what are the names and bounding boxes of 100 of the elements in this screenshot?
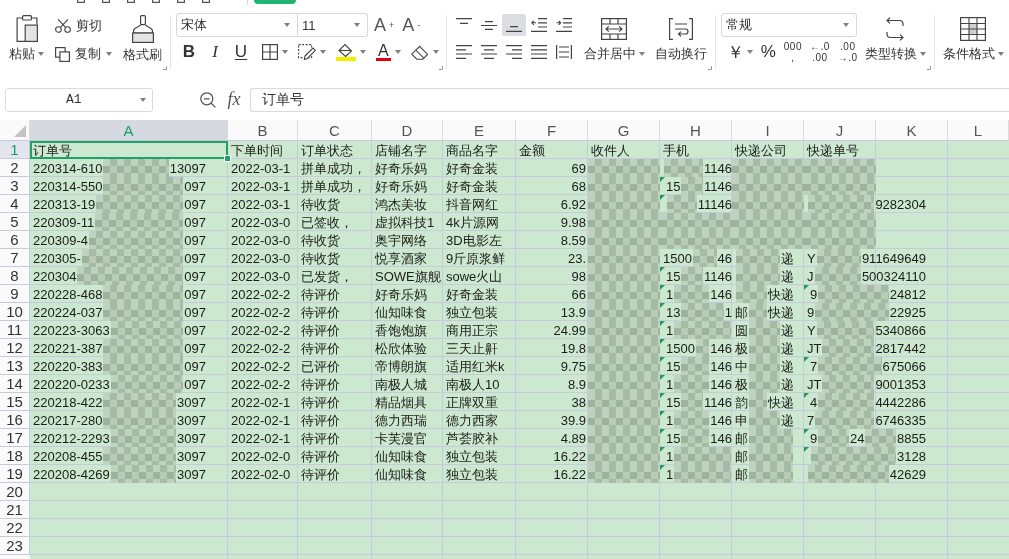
cell-text: 订单号 <box>33 142 72 158</box>
thousands-separator-button[interactable]: 000 , <box>783 41 802 63</box>
caret-icon <box>282 50 288 54</box>
active-cell[interactable]: 订单号 <box>30 141 228 159</box>
wrap-text-button[interactable]: 自动换行 <box>651 13 710 63</box>
font-color-button[interactable]: A <box>374 41 403 63</box>
row-header[interactable]: 18 <box>0 447 30 465</box>
paste-button[interactable]: 粘贴 <box>6 13 47 63</box>
row-header[interactable]: 16 <box>0 411 30 429</box>
row-header[interactable]: 11 <box>0 321 30 339</box>
column-header[interactable]: K <box>876 120 948 141</box>
row-header[interactable]: 15 <box>0 393 30 411</box>
increase-font-size-button[interactable]: A$^{+}$ <box>372 13 397 37</box>
cell-text: 2022-03-1 <box>231 196 291 212</box>
column-header[interactable]: H <box>660 120 732 141</box>
column-header[interactable]: B <box>228 120 298 141</box>
conditional-format-button[interactable]: 条件格式 <box>939 13 1007 63</box>
row-header[interactable]: 13 <box>0 357 30 375</box>
cell-style-button[interactable] <box>296 41 328 63</box>
cell-text: 递 <box>781 358 794 374</box>
column-header[interactable]: J <box>804 120 876 141</box>
row-header[interactable]: 14 <box>0 375 30 393</box>
font-size-dropdown[interactable]: 11 <box>298 13 368 37</box>
cut-button[interactable]: 剪切 <box>55 17 112 35</box>
wrap-text-icon <box>668 17 693 40</box>
insert-function-button[interactable]: fx <box>225 88 243 111</box>
number-format-dropdown[interactable]: 常规 <box>720 13 857 37</box>
row-header[interactable]: 2 <box>0 159 30 177</box>
font-family-dropdown[interactable]: 宋体 <box>176 13 298 37</box>
fill-color-button[interactable] <box>334 41 368 63</box>
bold-button[interactable]: B <box>176 41 202 63</box>
merge-center-button[interactable]: 合并居中 <box>580 13 648 63</box>
row-header[interactable]: 17 <box>0 429 30 447</box>
name-box[interactable]: A1 <box>5 87 153 112</box>
column-header[interactable]: E <box>443 120 516 141</box>
column-header[interactable]: G <box>588 120 660 141</box>
cell-text: 220212-2293 <box>33 430 110 446</box>
convert-type-button[interactable]: 类型转换 <box>861 13 929 63</box>
column-header[interactable]: D <box>372 120 443 141</box>
row-header[interactable]: 5 <box>0 213 30 231</box>
dialog-launcher-icon[interactable] <box>707 66 712 70</box>
caret-icon <box>432 50 439 54</box>
increase-decimal-button[interactable]: ←.0 .00 <box>810 41 830 63</box>
borders-button[interactable] <box>260 41 290 63</box>
row-header[interactable]: 23 <box>0 537 30 555</box>
eraser-icon <box>410 44 429 60</box>
borders-icon <box>262 44 278 60</box>
mosaic-blur <box>816 321 875 339</box>
cell-text: 15 <box>666 178 681 194</box>
formula-field[interactable]: 订单号 <box>250 87 1009 112</box>
cell-text: 220217-280 <box>33 412 103 428</box>
toolbar-icon[interactable] <box>127 0 135 3</box>
row-header[interactable]: 7 <box>0 249 30 267</box>
row-header[interactable]: 20 <box>0 483 30 501</box>
row-header[interactable]: 8 <box>0 267 30 285</box>
format-painter-button[interactable]: 格式刷 <box>120 13 165 63</box>
row-header[interactable]: 21 <box>0 501 30 519</box>
mosaic-blur <box>822 339 875 357</box>
column-header[interactable]: F <box>516 120 588 141</box>
decrease-font-size-button[interactable]: A$^{-}$ <box>400 13 423 37</box>
italic-button[interactable]: I <box>202 41 228 63</box>
align-bottom-icon <box>506 26 523 32</box>
column-header[interactable]: I <box>732 120 804 141</box>
cell-text: 中 <box>735 358 748 374</box>
column-header[interactable]: L <box>948 120 1009 141</box>
toolbar-icon[interactable] <box>202 0 210 3</box>
fill-handle[interactable] <box>224 155 231 162</box>
column-header[interactable]: C <box>298 120 372 141</box>
cell-text: sowe火山 <box>446 268 503 284</box>
dialog-launcher-icon[interactable] <box>926 66 931 70</box>
row-header[interactable]: 12 <box>0 339 30 357</box>
mosaic-blur <box>749 465 793 483</box>
cell-text: 9001353 <box>875 376 926 392</box>
row-header[interactable]: 9 <box>0 285 30 303</box>
cell-text: 申 <box>735 412 748 428</box>
dialog-launcher-icon[interactable] <box>438 66 443 70</box>
caret-icon <box>394 50 401 54</box>
row-header[interactable]: 6 <box>0 231 30 249</box>
row-header[interactable]: 22 <box>0 519 30 537</box>
currency-button[interactable]: ￥ <box>726 41 753 63</box>
cell-text: 商用正宗 <box>446 322 498 338</box>
underline-button[interactable]: U <box>228 41 254 63</box>
copy-button[interactable]: 复制 <box>55 45 112 63</box>
cell-text: 220304 <box>33 268 77 284</box>
align-bottom-button[interactable] <box>502 14 527 36</box>
toolbar-icon[interactable] <box>77 0 85 3</box>
decrease-decimal-button[interactable]: .00 →.0 <box>837 41 858 63</box>
row-header[interactable]: 4 <box>0 195 30 213</box>
row-header[interactable]: 10 <box>0 303 30 321</box>
row-header[interactable]: 3 <box>0 177 30 195</box>
cell-text: 220313-19 <box>33 196 96 212</box>
percent-button[interactable]: % <box>760 41 776 63</box>
cell-text: 递 <box>781 322 794 338</box>
row-header[interactable]: 19 <box>0 465 30 483</box>
cell-text: 极 <box>735 340 748 356</box>
toolbar-icon[interactable] <box>102 0 110 3</box>
dialog-launcher-icon[interactable] <box>163 66 167 70</box>
caret-icon <box>746 50 753 54</box>
toolbar-icon[interactable] <box>152 0 160 3</box>
toolbar-icon[interactable] <box>177 0 185 3</box>
